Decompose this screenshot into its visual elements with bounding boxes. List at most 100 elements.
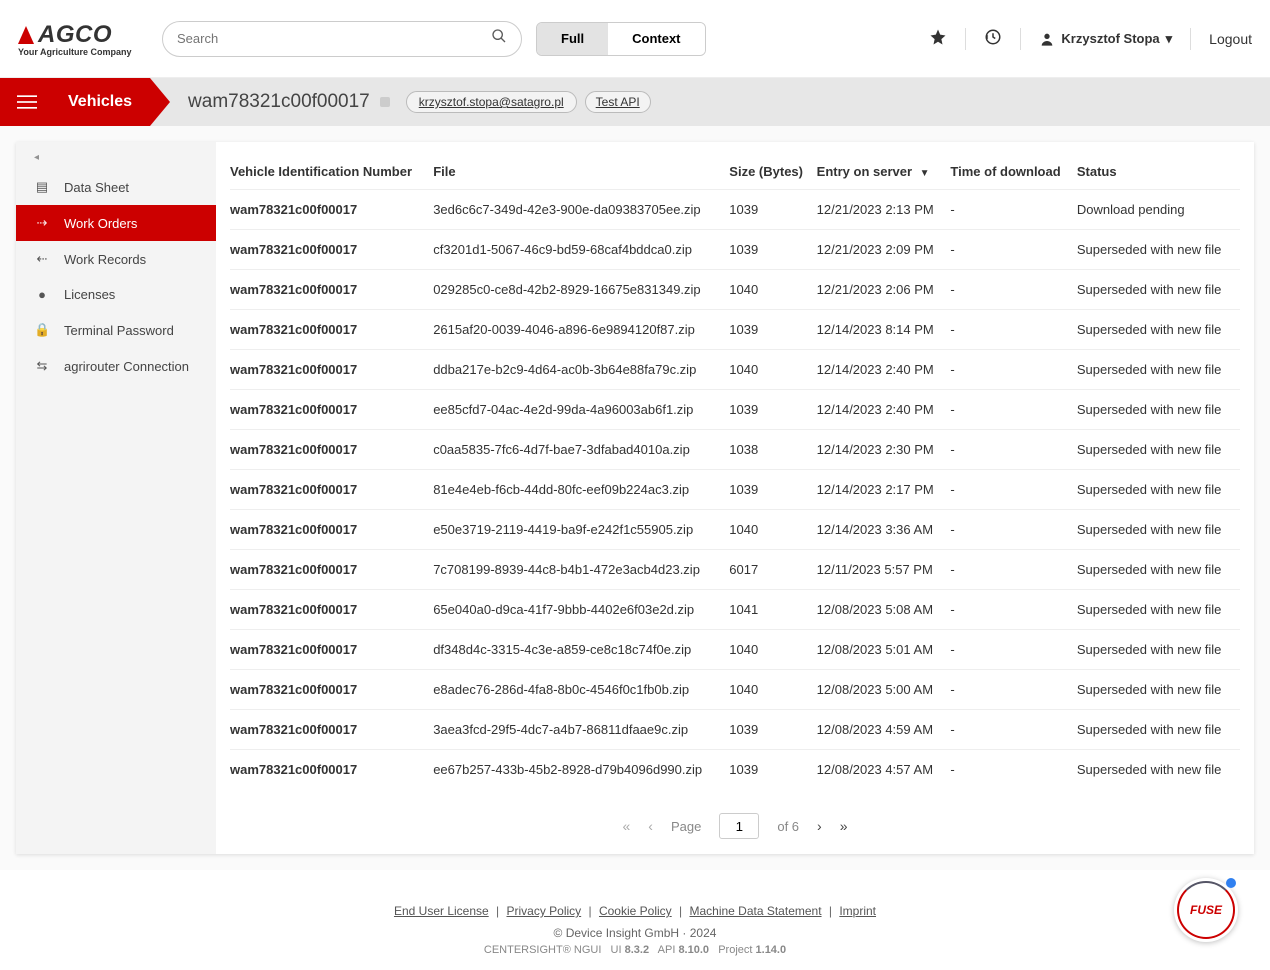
cell-size: 1038 [729, 430, 816, 470]
sidebar-item-label: Work Orders [64, 216, 137, 231]
cell-vin: wam78321c00f00017 [230, 190, 433, 230]
cell-file: ee85cfd7-04ac-4e2d-99da-4a96003ab6f1.zip [433, 390, 729, 430]
col-file[interactable]: File [433, 158, 729, 190]
test-api-pill[interactable]: Test API [585, 91, 651, 113]
view-toggle-full[interactable]: Full [537, 23, 608, 55]
cell-dl: - [950, 350, 1076, 390]
table-row[interactable]: wam78321c00f0001765e040a0-d9ca-41f7-9bbb… [230, 590, 1240, 630]
cell-entry: 12/08/2023 5:08 AM [817, 590, 951, 630]
licenses-icon: ● [34, 287, 50, 302]
brand-logo: AGCO Your Agriculture Company [18, 21, 148, 57]
top-bar: AGCO Your Agriculture Company Full Conte… [0, 0, 1270, 78]
col-status[interactable]: Status [1077, 158, 1240, 190]
cell-status: Superseded with new file [1077, 350, 1240, 390]
table-row[interactable]: wam78321c00f00017e50e3719-2119-4419-ba9f… [230, 510, 1240, 550]
cell-dl: - [950, 590, 1076, 630]
sidebar-item-agrirouter-connection[interactable]: ⇆agrirouter Connection [16, 348, 216, 384]
table-row[interactable]: wam78321c00f000172615af20-0039-4046-a896… [230, 310, 1240, 350]
cell-status: Superseded with new file [1077, 230, 1240, 270]
page-input[interactable] [719, 813, 759, 839]
cell-vin: wam78321c00f00017 [230, 710, 433, 750]
sidebar-item-label: Terminal Password [64, 323, 174, 338]
sidebar-item-work-records[interactable]: ⇠Work Records [16, 241, 216, 277]
table-row[interactable]: wam78321c00f00017029285c0-ce8d-42b2-8929… [230, 270, 1240, 310]
search-box[interactable] [162, 21, 522, 57]
cell-file: 65e040a0-d9ca-41f7-9bbb-4402e6f03e2d.zip [433, 590, 729, 630]
cell-vin: wam78321c00f00017 [230, 310, 433, 350]
table-row[interactable]: wam78321c00f00017ddba217e-b2c9-4d64-ac0b… [230, 350, 1240, 390]
footer-link[interactable]: Machine Data Statement [689, 904, 821, 918]
cell-vin: wam78321c00f00017 [230, 670, 433, 710]
cell-file: df348d4c-3315-4c3e-a859-ce8c18c74f0e.zip [433, 630, 729, 670]
hamburger-menu[interactable] [0, 78, 54, 126]
footer-version: CENTERSIGHT® NGUI UI 8.3.2 API 8.10.0 Pr… [0, 944, 1270, 956]
cell-file: 3ed6c6c7-349d-42e3-900e-da09383705ee.zip [433, 190, 729, 230]
cell-file: ee67b257-433b-45b2-8928-d79b4096d990.zip [433, 750, 729, 790]
cell-file: e8adec76-286d-4fa8-8b0c-4546f0c1fb0b.zip [433, 670, 729, 710]
cell-vin: wam78321c00f00017 [230, 230, 433, 270]
search-icon[interactable] [491, 28, 507, 49]
cell-size: 1041 [729, 590, 816, 630]
search-input[interactable] [177, 31, 491, 46]
sidebar-item-licenses[interactable]: ●Licenses [16, 277, 216, 312]
files-table: Vehicle Identification Number File Size … [230, 158, 1240, 789]
col-download[interactable]: Time of download [950, 158, 1076, 190]
footer: End User License | Privacy Policy | Cook… [0, 892, 1270, 970]
user-menu[interactable]: Krzysztof Stopa ▾ [1039, 31, 1172, 47]
owner-email-pill[interactable]: krzysztof.stopa@satagro.pl [406, 91, 577, 113]
cell-size: 1039 [729, 190, 816, 230]
user-icon [1039, 31, 1055, 47]
footer-link[interactable]: Cookie Policy [599, 904, 672, 918]
table-row[interactable]: wam78321c00f00017cf3201d1-5067-46c9-bd59… [230, 230, 1240, 270]
table-row[interactable]: wam78321c00f0001781e4e4eb-f6cb-44dd-80fc… [230, 470, 1240, 510]
history-icon[interactable] [984, 28, 1002, 49]
col-vin[interactable]: Vehicle Identification Number [230, 158, 433, 190]
table-row[interactable]: wam78321c00f000173ed6c6c7-349d-42e3-900e… [230, 190, 1240, 230]
footer-link[interactable]: Privacy Policy [506, 904, 581, 918]
page-body: ◂ ▤Data Sheet⇢Work Orders⇠Work Records●L… [0, 126, 1270, 870]
table-row[interactable]: wam78321c00f00017c0aa5835-7fc6-4d7f-bae7… [230, 430, 1240, 470]
page-label: Page [671, 819, 701, 834]
cell-status: Download pending [1077, 190, 1240, 230]
table-row[interactable]: wam78321c00f000173aea3fcd-29f5-4dc7-a4b7… [230, 710, 1240, 750]
cell-size: 1040 [729, 670, 816, 710]
cell-entry: 12/21/2023 2:06 PM [817, 270, 951, 310]
terminal-password-icon: 🔒 [34, 322, 50, 338]
cell-size: 1039 [729, 750, 816, 790]
cell-file: ddba217e-b2c9-4d64-ac0b-3b64e88fa79c.zip [433, 350, 729, 390]
star-icon[interactable] [929, 28, 947, 49]
collapse-sidebar-icon[interactable]: ◂ [16, 146, 216, 169]
cell-file: c0aa5835-7fc6-4d7f-bae7-3dfabad4010a.zip [433, 430, 729, 470]
footer-link[interactable]: Imprint [839, 904, 876, 918]
cell-status: Superseded with new file [1077, 590, 1240, 630]
logout-link[interactable]: Logout [1209, 31, 1252, 47]
table-row[interactable]: wam78321c00f00017df348d4c-3315-4c3e-a859… [230, 630, 1240, 670]
fuse-badge[interactable]: FUSE [1174, 878, 1238, 942]
sidebar-item-label: Data Sheet [64, 180, 129, 195]
chevron-down-icon: ▾ [1166, 31, 1173, 47]
cell-vin: wam78321c00f00017 [230, 590, 433, 630]
footer-link[interactable]: End User License [394, 904, 489, 918]
cell-file: 81e4e4eb-f6cb-44dd-80fc-eef09b224ac3.zip [433, 470, 729, 510]
sidebar-item-terminal-password[interactable]: 🔒 Terminal Password [16, 312, 216, 348]
cell-vin: wam78321c00f00017 [230, 750, 433, 790]
sidebar-item-work-orders[interactable]: ⇢Work Orders [16, 205, 216, 241]
page-next-icon[interactable]: › [817, 818, 822, 834]
page-last-icon[interactable]: » [840, 818, 848, 834]
cell-file: 7c708199-8939-44c8-b4b1-472e3acb4d23.zip [433, 550, 729, 590]
cell-status: Superseded with new file [1077, 390, 1240, 430]
table-row[interactable]: wam78321c00f000177c708199-8939-44c8-b4b1… [230, 550, 1240, 590]
table-row[interactable]: wam78321c00f00017e8adec76-286d-4fa8-8b0c… [230, 670, 1240, 710]
page-first-icon[interactable]: « [623, 818, 631, 834]
col-entry[interactable]: Entry on server ▼ [817, 158, 951, 190]
sidebar-item-data-sheet[interactable]: ▤Data Sheet [16, 169, 216, 205]
cell-status: Superseded with new file [1077, 750, 1240, 790]
view-toggle-context[interactable]: Context [608, 23, 704, 55]
cell-status: Superseded with new file [1077, 550, 1240, 590]
page-prev-icon[interactable]: ‹ [648, 818, 653, 834]
table-row[interactable]: wam78321c00f00017ee85cfd7-04ac-4e2d-99da… [230, 390, 1240, 430]
table-row[interactable]: wam78321c00f00017ee67b257-433b-45b2-8928… [230, 750, 1240, 790]
col-size[interactable]: Size (Bytes) [729, 158, 816, 190]
cell-entry: 12/08/2023 4:57 AM [817, 750, 951, 790]
cell-vin: wam78321c00f00017 [230, 470, 433, 510]
